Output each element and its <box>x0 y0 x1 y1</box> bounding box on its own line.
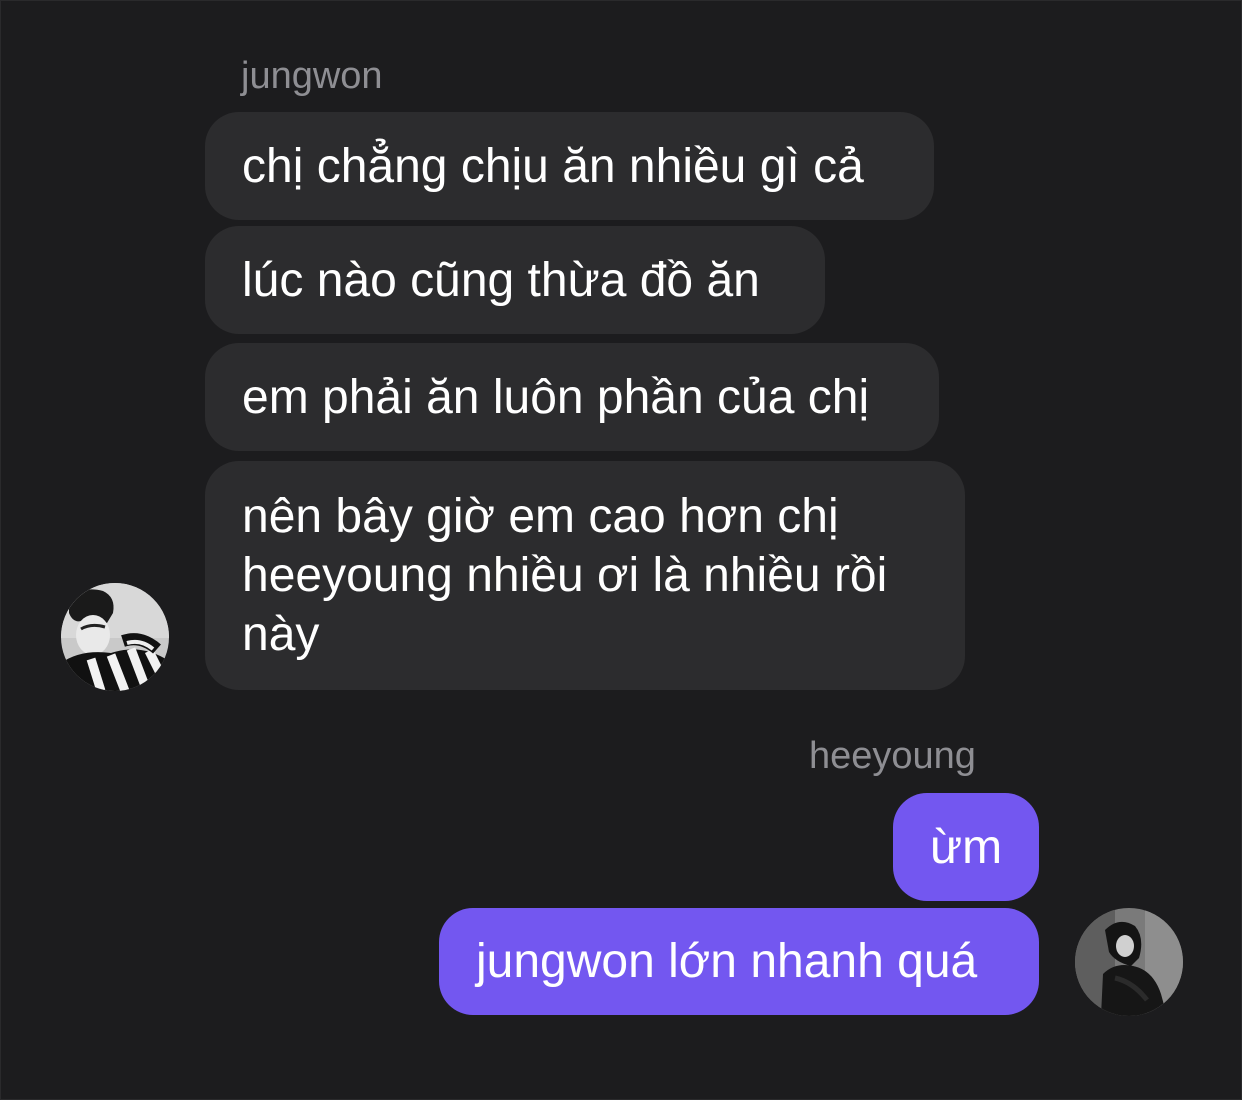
sender-name-jungwon: jungwon <box>241 55 383 97</box>
message-bubble[interactable]: nên bây giờ em cao hơn chị heeyoung nhiề… <box>205 461 965 690</box>
message-text: em phải ăn luôn phần của chị <box>242 371 870 424</box>
avatar-heeyoung[interactable] <box>1075 908 1183 1016</box>
avatar-jungwon[interactable] <box>61 583 169 691</box>
message-bubble[interactable]: ừm <box>893 793 1039 901</box>
message-text: jungwon lớn nhanh quá <box>476 935 978 988</box>
message-bubble[interactable]: chị chẳng chịu ăn nhiều gì cả <box>205 112 934 220</box>
message-text: lúc nào cũng thừa đồ ăn <box>242 254 760 307</box>
message-text-line: này <box>242 608 320 661</box>
message-bubble[interactable]: em phải ăn luôn phần của chị <box>205 343 939 451</box>
profile-photo-icon <box>1075 908 1183 1016</box>
chat-screen: jungwon chị chẳng chịu ăn nhiều gì cả lú… <box>0 0 1242 1100</box>
sender-name-heeyoung: heeyoung <box>809 735 976 777</box>
message-bubble[interactable]: lúc nào cũng thừa đồ ăn <box>205 226 825 334</box>
message-text: chị chẳng chịu ăn nhiều gì cả <box>242 140 864 193</box>
message-bubble[interactable]: jungwon lớn nhanh quá <box>439 908 1039 1015</box>
message-text: ừm <box>930 821 1003 874</box>
message-text-line: heeyoung nhiều ơi là nhiều rồi <box>242 549 888 602</box>
profile-photo-icon <box>61 583 169 691</box>
message-text-line: nên bây giờ em cao hơn chị <box>242 490 839 543</box>
